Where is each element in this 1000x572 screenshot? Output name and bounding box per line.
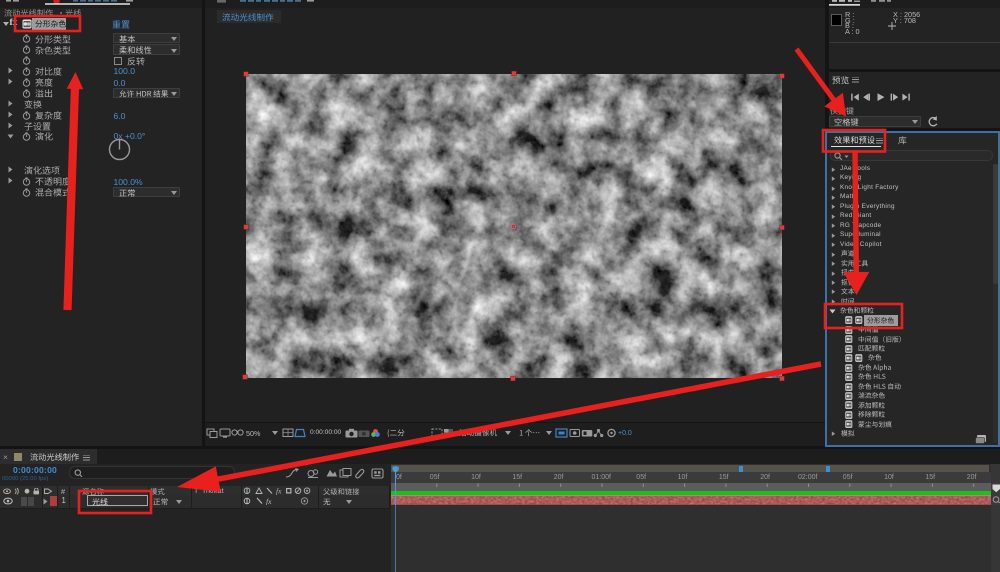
svg-text:fx: fx (276, 487, 282, 495)
svg-text:fx: fx (266, 497, 272, 505)
